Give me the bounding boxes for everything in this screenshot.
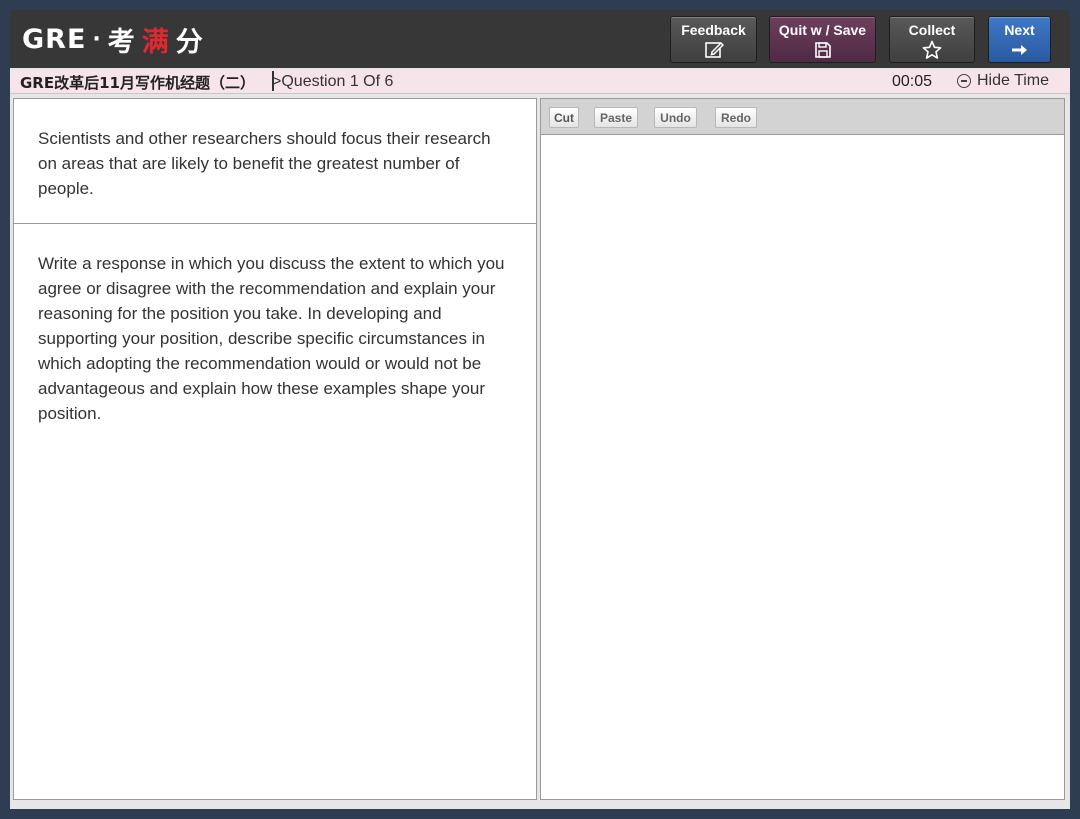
logo-dot: · xyxy=(92,26,102,52)
logo-gre-text: GRE xyxy=(22,23,87,55)
quit-save-button[interactable]: Quit w / Save xyxy=(769,16,876,63)
next-button[interactable]: Next xyxy=(988,16,1051,63)
logo-cn-c: 分 xyxy=(175,26,204,58)
timer: 00:05 xyxy=(892,73,933,90)
undo-button[interactable]: Undo xyxy=(654,107,697,128)
top-bar: GRE · 考满分 Feedback Quit w / Save Collect xyxy=(10,10,1070,68)
redo-button[interactable]: Redo xyxy=(715,107,757,128)
response-pane: Cut Paste Undo Redo xyxy=(540,98,1065,800)
cut-button[interactable]: Cut xyxy=(549,107,579,128)
hide-time-label: Hide Time xyxy=(977,72,1050,89)
edit-icon xyxy=(704,41,724,58)
feedback-button-label: Feedback xyxy=(681,22,746,38)
save-icon xyxy=(814,42,831,58)
info-bar: GRE改革后11月写作机经题（二） >Question 1 Of 6 00:05… xyxy=(10,70,1070,94)
logo-cn-a: 考 xyxy=(107,26,136,58)
collect-button[interactable]: Collect xyxy=(889,16,975,63)
question-counter: >Question 1 Of 6 xyxy=(272,73,394,90)
next-button-label: Next xyxy=(1004,22,1035,38)
quit-save-button-label: Quit w / Save xyxy=(778,22,867,38)
logo: GRE · 考满分 xyxy=(22,21,204,58)
paste-button[interactable]: Paste xyxy=(594,107,638,128)
collect-button-label: Collect xyxy=(908,22,956,38)
prompt-text: Scientists and other researchers should … xyxy=(14,99,536,224)
editor-toolbar: Cut Paste Undo Redo xyxy=(541,99,1064,135)
exam-title: GRE改革后11月写作机经题（二） xyxy=(20,74,255,92)
question-pane: Scientists and other researchers should … xyxy=(13,98,537,800)
instructions-text: Write a response in which you discuss th… xyxy=(38,254,505,423)
hide-time-button[interactable]: Hide Time xyxy=(957,72,1049,90)
arrow-right-icon xyxy=(1011,45,1027,55)
feedback-button[interactable]: Feedback xyxy=(670,16,757,63)
response-textarea[interactable] xyxy=(541,136,1064,799)
app-window: GRE · 考满分 Feedback Quit w / Save Collect xyxy=(10,10,1070,809)
logo-cn-b: 满 xyxy=(141,26,170,58)
minus-circle-icon xyxy=(957,74,971,88)
star-icon xyxy=(922,40,942,59)
